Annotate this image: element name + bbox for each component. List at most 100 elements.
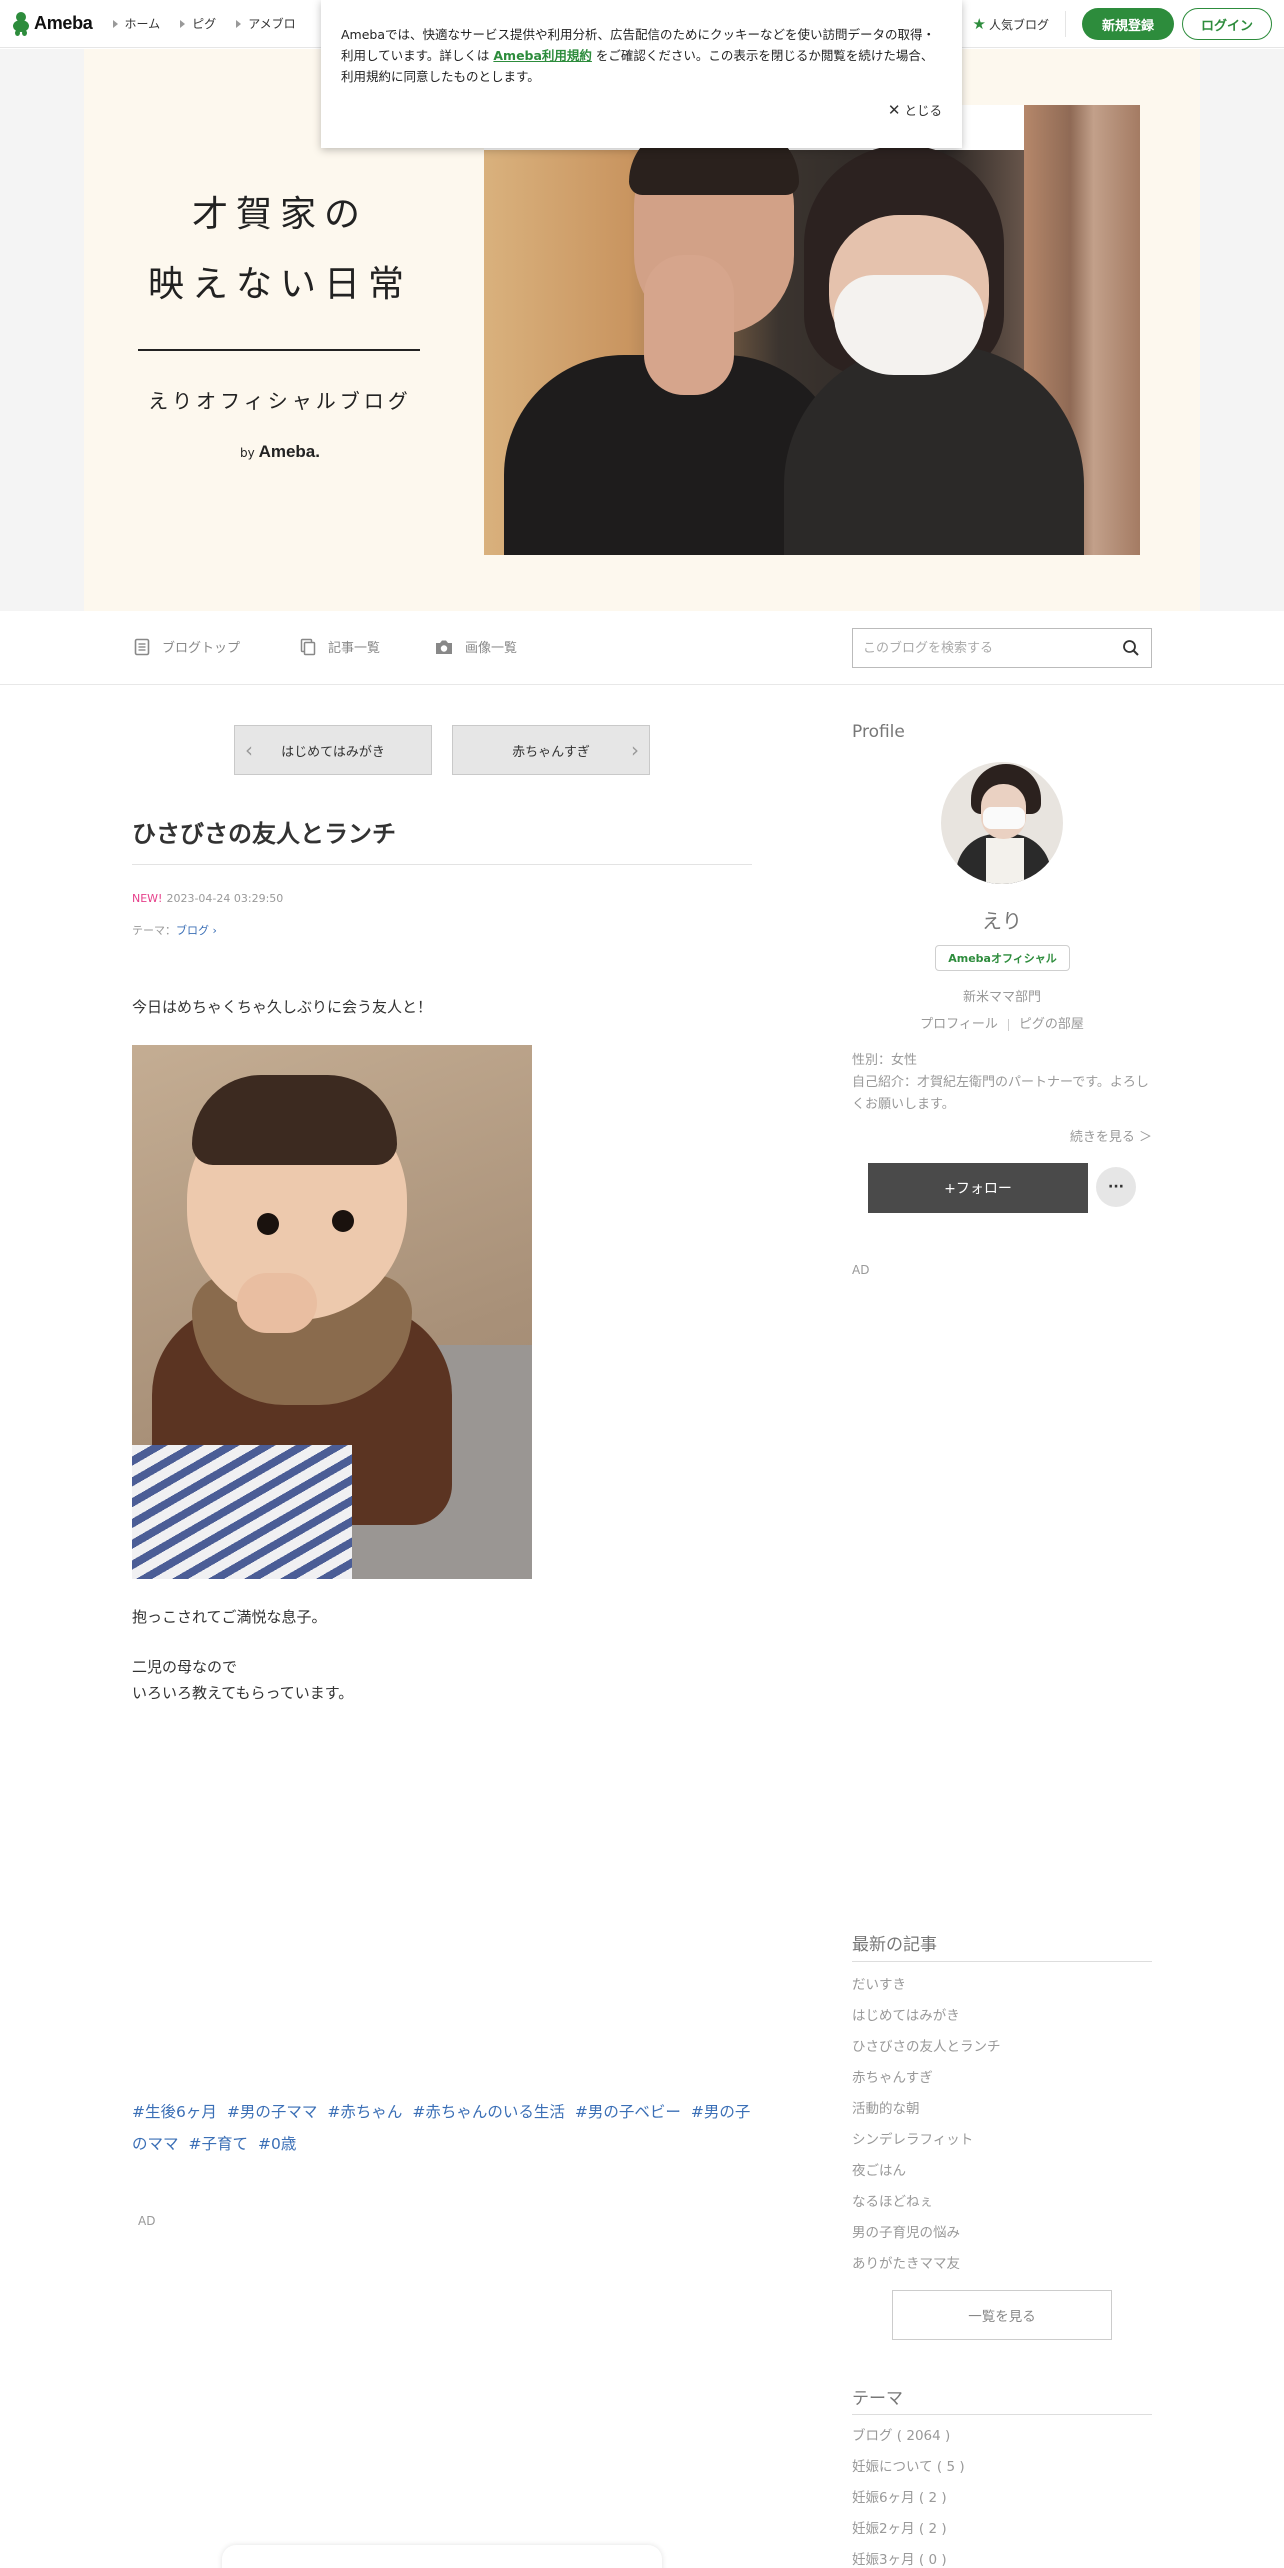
search-icon — [1123, 640, 1139, 656]
pigg-room-link[interactable]: ピグの部屋 — [1019, 1017, 1084, 1032]
blog-top-link[interactable]: ブログトップ — [134, 637, 240, 656]
ameba-brand: Ameba. — [258, 442, 320, 461]
image-list-link[interactable]: 画像一覧 — [435, 637, 517, 656]
cookie-text: Amebaでは、快適なサービス提供や利用分析、広告配信のためにクッキーなどを使い… — [341, 24, 942, 87]
list-item[interactable]: 妊娠3ヶ月 ( 0 ) — [852, 2545, 1152, 2568]
by-label: by — [240, 446, 255, 460]
nav-ameblo-label: アメブロ — [248, 17, 296, 31]
search-button[interactable] — [1111, 629, 1151, 667]
profile-gender: 性別：女性 — [852, 1053, 918, 1068]
more-options-button[interactable]: ··· — [1096, 1167, 1136, 1207]
theme-link[interactable]: ブログ › — [176, 924, 217, 937]
hashtag[interactable]: #生後6ヶ月 — [132, 2103, 217, 2121]
cookie-close-button[interactable]: ✕ とじる — [888, 100, 942, 119]
login-button[interactable]: ログイン — [1182, 8, 1272, 40]
ameba-logo[interactable]: Ameba — [12, 0, 93, 48]
list-item[interactable]: ブログ ( 2064 ) — [852, 2421, 1152, 2452]
see-all-button[interactable]: 一覧を見る — [892, 2290, 1112, 2340]
next-entry-button[interactable]: 赤ちゃんすぎ › — [452, 725, 650, 775]
nav-ameblo[interactable]: アメブロ — [236, 15, 296, 32]
terms-link[interactable]: Ameba利用規約 — [493, 48, 592, 63]
list-item[interactable]: 妊娠6ヶ月 ( 2 ) — [852, 2483, 1152, 2514]
list-item[interactable]: 妊娠について ( 5 ) — [852, 2452, 1152, 2483]
theme-link-label: ブログ — [176, 924, 209, 937]
ad-label: AD — [852, 1263, 870, 1277]
official-badge: Amebaオフィシャル — [935, 945, 1070, 971]
entry-paragraph: 今日はめちゃくちゃ久しぶりに会う友人と！ — [132, 998, 433, 1016]
copy-icon — [300, 638, 316, 655]
popular-blogs-label: 人気ブログ — [988, 17, 1049, 32]
avatar[interactable] — [941, 762, 1063, 884]
divider — [1065, 11, 1066, 37]
image-list-label: 画像一覧 — [465, 641, 518, 656]
hashtag[interactable]: #赤ちゃん — [327, 2103, 402, 2121]
cookie-close-label: とじる — [904, 103, 942, 118]
entry-list-link[interactable]: 記事一覧 — [300, 637, 380, 656]
close-icon: ✕ — [887, 100, 901, 119]
blog-top-label: ブログトップ — [162, 641, 241, 656]
profile-intro: 自己紹介：才賀紀左衛門のパートナーです。よろしくお願いします。 — [852, 1075, 1149, 1112]
nav-pigg[interactable]: ピグ — [180, 15, 216, 32]
by-ameba: by Ameba. — [140, 442, 420, 462]
entry-date: 2023-04-24 03:29:50 — [166, 892, 284, 905]
entry-line: 二児の母なので — [132, 1658, 238, 1676]
profile-heading: Profile — [852, 722, 905, 742]
new-badge: NEW! — [132, 892, 163, 905]
profile-more-link[interactable]: 続きを見る ＞ — [852, 1126, 1152, 1145]
entry-paragraph: 二児の母なので いろいろ教えてもらっています。 — [132, 1654, 353, 1706]
list-item[interactable]: 夜ごはん — [852, 2156, 1152, 2187]
prev-entry-label: はじめてはみがき — [281, 744, 385, 760]
hashtag[interactable]: #0歳 — [258, 2135, 296, 2153]
list-item[interactable]: 活動的な朝 — [852, 2094, 1152, 2125]
next-entry-label: 赤ちゃんすぎ — [512, 744, 590, 760]
register-button[interactable]: 新規登録 — [1082, 8, 1174, 40]
hashtag[interactable]: #男の子ベビー — [575, 2103, 681, 2121]
profile-category[interactable]: 新米ママ部門 — [852, 986, 1152, 1005]
entry-title-divider — [132, 864, 752, 865]
nav-pigg-label: ピグ — [192, 17, 217, 31]
search-input[interactable] — [853, 629, 1111, 667]
recent-entries-list: だいすき はじめてはみがき ひさびさの友人とランチ 赤ちゃんすぎ 活動的な朝 シ… — [852, 1970, 1152, 2280]
popular-blogs-link[interactable]: ★ 人気ブログ — [973, 15, 1049, 33]
list-item[interactable]: 妊娠2ヶ月 ( 2 ) — [852, 2514, 1152, 2545]
chevron-right-icon: › — [631, 738, 639, 762]
entry-title[interactable]: ひさびさの友人とランチ — [132, 814, 752, 849]
header-photo — [484, 105, 1140, 555]
chevron-left-icon: ‹ — [245, 738, 253, 762]
profile-name[interactable]: えり — [852, 905, 1152, 934]
hashtag[interactable]: #子育て — [189, 2135, 249, 2153]
entry-theme: テーマ：ブログ › — [132, 922, 217, 938]
camera-icon — [436, 640, 452, 654]
list-item[interactable]: だいすき — [852, 1970, 1152, 2001]
nav-home-label: ホーム — [124, 17, 161, 31]
entry-paragraph: 抱っこされてご満悦な息子。 — [132, 1608, 327, 1626]
list-item[interactable]: シンデレラフィット — [852, 2125, 1152, 2156]
hashtag[interactable]: #赤ちゃんのいる生活 — [412, 2103, 565, 2121]
cookie-consent-dialog: Amebaでは、快適なサービス提供や利用分析、広告配信のためにクッキーなどを使い… — [321, 0, 962, 148]
entry-line: いろいろ教えてもらっています。 — [132, 1684, 354, 1702]
follow-button[interactable]: +フォロー — [868, 1163, 1088, 1213]
nav-home[interactable]: ホーム — [112, 15, 161, 32]
list-item[interactable]: 赤ちゃんすぎ — [852, 2063, 1152, 2094]
divider — [852, 1961, 1152, 1962]
list-item[interactable]: ありがたきママ友 — [852, 2249, 1152, 2280]
ameba-mascot-icon — [12, 11, 30, 36]
profile-links: プロフィール ピグの部屋 — [852, 1013, 1152, 1032]
list-item[interactable]: はじめてはみがき — [852, 2001, 1152, 2032]
recent-entries-heading: 最新の記事 — [852, 1935, 937, 1955]
hashtag-list: #生後6ヶ月 #男の子ママ #赤ちゃん #赤ちゃんのいる生活 #男の子ベビー #男の子のマ… — [132, 2096, 757, 2160]
bottom-card — [222, 2545, 662, 2568]
blog-title[interactable]: 才賀家の 映えない日常 — [140, 180, 420, 320]
hashtag[interactable]: #男の子ママ — [227, 2103, 318, 2121]
list-item[interactable]: ひさびさの友人とランチ — [852, 2032, 1152, 2063]
divider — [1007, 1018, 1009, 1031]
blog-search — [852, 628, 1152, 668]
entry-photo[interactable] — [132, 1045, 532, 1579]
triangle-right-icon — [180, 19, 186, 28]
profile-link[interactable]: プロフィール — [920, 1017, 998, 1032]
profile-info: 性別：女性 自己紹介：才賀紀左衛門のパートナーです。よろしくお願いします。 — [852, 1050, 1152, 1116]
list-item[interactable]: 男の子育児の悩み — [852, 2218, 1152, 2249]
blog-subtitle: えりオフィシャルブログ — [148, 389, 412, 413]
prev-entry-button[interactable]: ‹ はじめてはみがき — [234, 725, 432, 775]
list-item[interactable]: なるほどねぇ — [852, 2187, 1152, 2218]
